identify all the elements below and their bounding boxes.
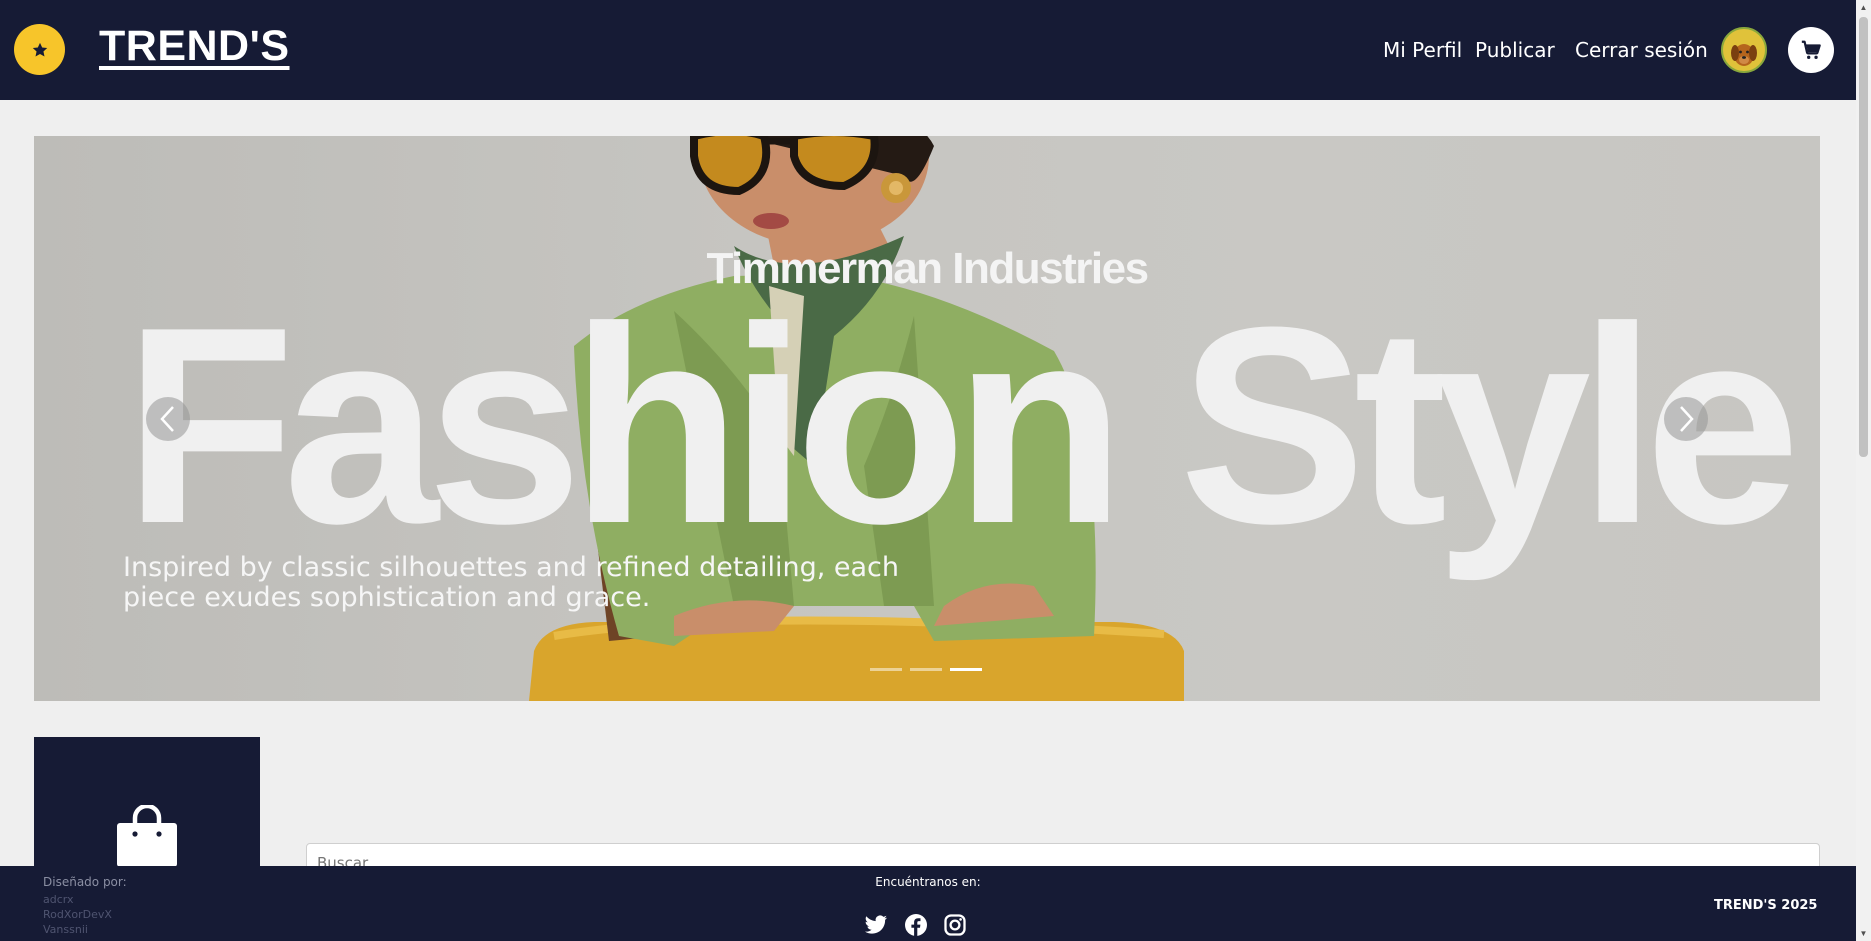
dog-avatar-icon xyxy=(1731,44,1757,66)
logo-badge[interactable] xyxy=(14,24,65,75)
copyright-text: TREND'S 2025 xyxy=(1714,898,1818,913)
page-scrollbar[interactable]: ▲ ▼ xyxy=(1856,0,1871,941)
facebook-icon[interactable] xyxy=(904,913,928,937)
nav-publish[interactable]: Publicar xyxy=(1475,38,1555,62)
cart-button[interactable] xyxy=(1788,27,1834,73)
nav-my-profile[interactable]: Mi Perfil xyxy=(1383,38,1462,62)
shop-category-tile[interactable] xyxy=(34,737,260,867)
designer-name: Vanssnii xyxy=(43,923,88,936)
scroll-up-icon[interactable]: ▲ xyxy=(1856,0,1871,15)
find-us-label: Encuéntranos en: xyxy=(875,875,981,889)
hero-carousel: Timmerman Industries Fashion Style Inspi… xyxy=(34,136,1820,701)
scroll-thumb[interactable] xyxy=(1859,17,1868,457)
carousel-indicator-active[interactable] xyxy=(950,668,982,671)
user-avatar[interactable] xyxy=(1721,27,1767,73)
carousel-indicator[interactable] xyxy=(910,668,942,671)
carousel-next-button[interactable] xyxy=(1664,397,1708,441)
scroll-down-icon[interactable]: ▼ xyxy=(1856,926,1871,941)
designer-name: adcrx xyxy=(43,893,74,906)
carousel-indicators xyxy=(870,668,982,671)
instagram-icon[interactable] xyxy=(943,913,967,937)
designer-name: RodXorDevX xyxy=(43,908,112,921)
star-icon xyxy=(32,42,47,56)
top-navbar: TREND'S Mi Perfil Publicar Cerrar sesión xyxy=(0,0,1856,100)
chevron-left-icon xyxy=(160,406,174,432)
slide-title: Fashion Style xyxy=(124,270,1800,582)
cart-icon xyxy=(1801,40,1821,59)
chevron-right-icon xyxy=(1680,406,1694,432)
nav-logout[interactable]: Cerrar sesión xyxy=(1575,38,1708,62)
carousel-prev-button[interactable] xyxy=(146,397,190,441)
shopping-bag-icon xyxy=(117,805,177,867)
brand-title[interactable]: TREND'S xyxy=(99,22,290,71)
twitter-icon[interactable] xyxy=(864,913,888,937)
carousel-indicator[interactable] xyxy=(870,668,902,671)
slide-caption: Inspired by classic silhouettes and refi… xyxy=(123,552,899,613)
footer: Diseñado por: adcrx RodXorDevX Vanssnii … xyxy=(0,866,1856,941)
